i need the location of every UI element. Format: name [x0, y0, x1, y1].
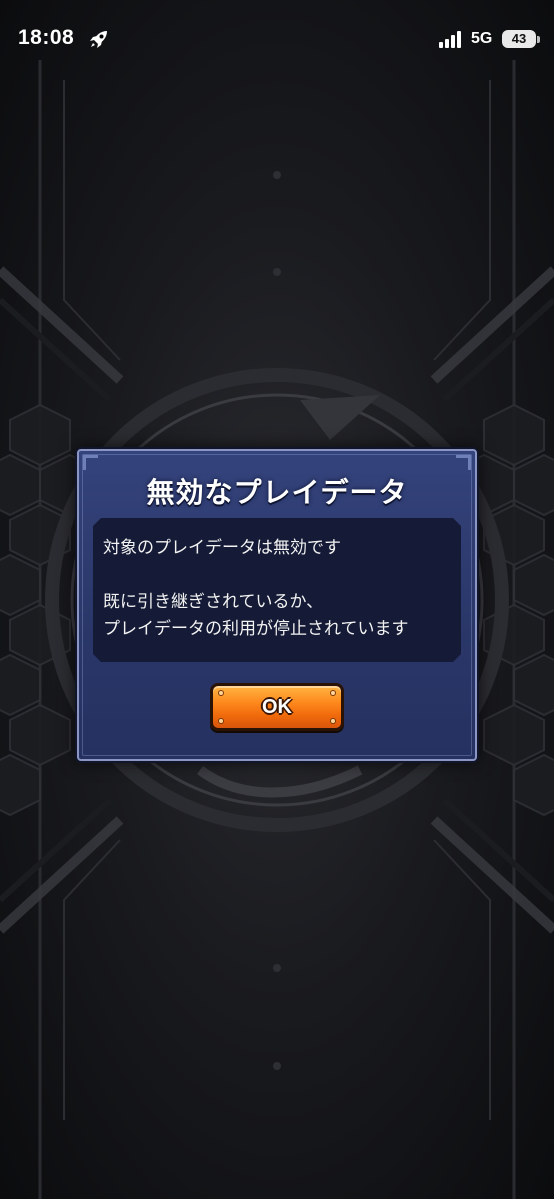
rocket-icon [90, 31, 107, 48]
dialog-title: 無効なプレイデータ [146, 476, 408, 509]
network-label: 5G [471, 30, 493, 47]
signal-icon [439, 31, 461, 48]
message-line: 既に引き継ぎされているか、 [103, 592, 324, 612]
dialog-corner-ornament [456, 455, 471, 470]
dialog-message-box: 対象のプレイデータは無効です 既に引き継ぎされているか、 プレイデータの利用が停… [93, 518, 461, 662]
app-screen: 18:08 5G 43 無効なプレイデータ 対象のプレイデータは無効です 既に引… [0, 0, 554, 1199]
message-line: プレイデータの利用が停止されています [103, 619, 409, 639]
ok-button-label: OK [262, 696, 292, 718]
dialog-corner-ornament [83, 455, 98, 470]
ok-button[interactable]: OK [210, 683, 344, 731]
invalid-play-data-dialog: 無効なプレイデータ 対象のプレイデータは無効です 既に引き継ぎされているか、 プ… [77, 449, 477, 761]
battery-icon: 43 [502, 30, 536, 48]
status-bar: 18:08 5G 43 [0, 0, 554, 80]
message-line: 対象のプレイデータは無効です [103, 538, 341, 558]
status-time: 18:08 [18, 26, 75, 49]
battery-cap [537, 36, 540, 43]
